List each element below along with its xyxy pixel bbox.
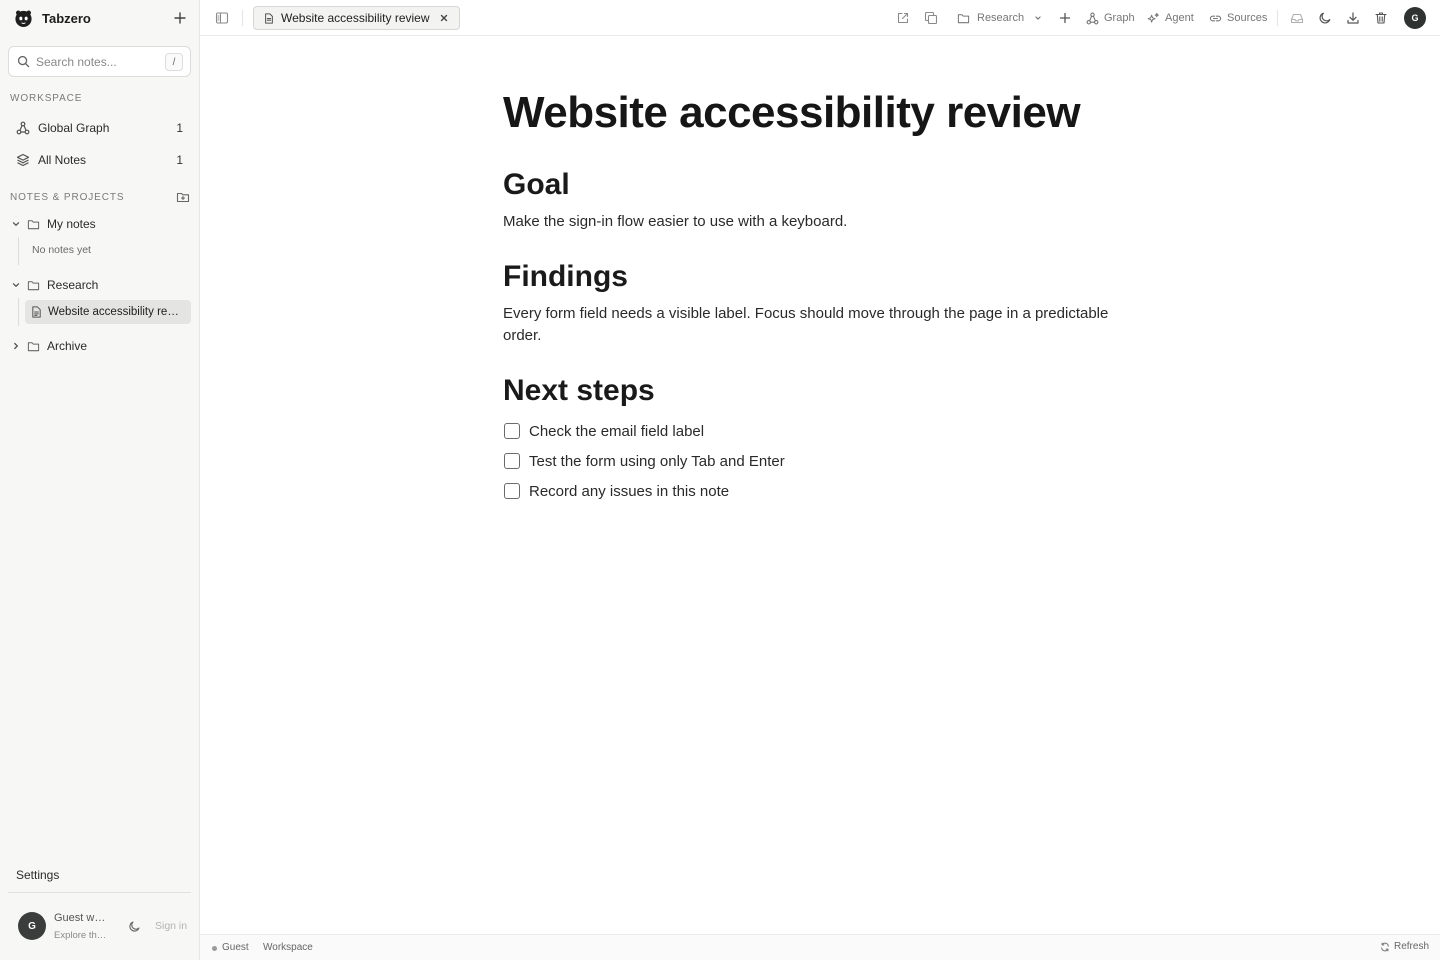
sidebar-item-label: Global Graph: [38, 121, 110, 135]
folder-icon: [27, 219, 40, 229]
heading-next-steps[interactable]: Next steps: [503, 374, 655, 408]
folder-label: My notes: [47, 217, 96, 231]
task-item[interactable]: Check the email field label: [504, 421, 704, 441]
avatar[interactable]: G: [18, 912, 46, 940]
task-item[interactable]: Test the form using only Tab and Enter: [504, 451, 785, 471]
count-badge: 1: [176, 121, 183, 135]
findings-paragraph[interactable]: Every form field needs a visible label. …: [503, 303, 1143, 347]
task-checkbox[interactable]: [504, 453, 520, 469]
plus-icon[interactable]: [1058, 11, 1072, 25]
heading-findings[interactable]: Findings: [503, 260, 628, 294]
note-item-label: Website accessibility review: [48, 306, 182, 318]
folder-my-notes[interactable]: My notes: [10, 213, 191, 235]
search-shortcut-badge: /: [165, 53, 183, 71]
projects-section-label: NOTES & PROJECTS: [10, 192, 125, 203]
note-item-website-accessibility-review[interactable]: Website accessibility review: [25, 300, 191, 324]
link-icon: [1209, 15, 1222, 21]
search-box[interactable]: /: [8, 46, 191, 77]
folder-icon: [957, 13, 970, 23]
trash-icon[interactable]: [1374, 11, 1388, 25]
refresh-icon: [1381, 942, 1389, 951]
graph-icon: [1086, 12, 1099, 24]
divider: [1277, 10, 1278, 26]
sidebar: Tabzero / WORKSPACE Global Graph 1 All N…: [0, 0, 200, 960]
folder-label: Archive: [47, 339, 88, 353]
sources-button-label: Sources: [1227, 12, 1268, 24]
user-name: Guest workspace: [54, 912, 110, 924]
document-icon: [265, 12, 273, 24]
app-name: Tabzero: [42, 10, 91, 26]
open-external-icon[interactable]: [896, 11, 910, 25]
folder-label: Research: [47, 278, 99, 292]
folder-select-label: Research: [977, 12, 1025, 24]
folder-archive[interactable]: Archive: [10, 335, 191, 357]
search-icon: [17, 55, 30, 68]
user-subtitle: Explore the app: [54, 930, 108, 941]
chevron-down-icon: [1035, 16, 1041, 20]
page-title[interactable]: Website accessibility review: [503, 88, 1081, 138]
divider: [242, 10, 243, 26]
empty-folder-text: No notes yet: [32, 244, 91, 256]
new-note-plus-icon[interactable]: [172, 10, 188, 26]
avatar[interactable]: G: [1404, 7, 1426, 29]
task-label[interactable]: Record any issues in this note: [529, 483, 729, 500]
workspace-section-label: WORKSPACE: [10, 93, 83, 104]
divider: [8, 892, 191, 893]
close-icon[interactable]: [439, 13, 449, 23]
folder-select[interactable]: Research: [957, 9, 1043, 27]
sidebar-item-all-notes[interactable]: All Notes 1: [8, 147, 191, 173]
graph-icon: [16, 121, 30, 135]
download-icon[interactable]: [1346, 11, 1360, 25]
agent-button[interactable]: Agent: [1147, 9, 1194, 27]
topbar: Website accessibility review Research Gr…: [200, 0, 1440, 36]
task-label[interactable]: Test the form using only Tab and Enter: [529, 453, 785, 470]
settings-link[interactable]: Settings: [16, 868, 59, 882]
sidebar-item-global-graph[interactable]: Global Graph 1: [8, 115, 191, 141]
task-label[interactable]: Check the email field label: [529, 423, 704, 440]
duplicate-icon[interactable]: [924, 11, 938, 25]
folder-icon: [27, 280, 40, 290]
chevron-right-icon[interactable]: [10, 340, 22, 352]
tabzero-logo-icon: [15, 10, 32, 27]
status-dot: [212, 946, 217, 951]
tree-guide-line: [18, 298, 19, 326]
goal-paragraph[interactable]: Make the sign-in flow easier to use with…: [503, 211, 1143, 233]
sparkles-icon: [1147, 12, 1159, 23]
chevron-down-icon[interactable]: [10, 279, 22, 291]
tree-guide-line: [18, 237, 19, 265]
agent-button-label: Agent: [1165, 12, 1194, 24]
brand[interactable]: Tabzero: [14, 8, 91, 28]
sidebar-item-label: All Notes: [38, 153, 87, 167]
moon-icon[interactable]: [1318, 11, 1332, 25]
sidebar-toggle-icon[interactable]: [215, 11, 229, 25]
new-folder-icon[interactable]: [176, 190, 190, 204]
task-checkbox[interactable]: [504, 483, 520, 499]
sources-button[interactable]: Sources: [1209, 9, 1267, 27]
moon-icon[interactable]: [128, 920, 141, 933]
folder-research[interactable]: Research: [10, 274, 191, 296]
refresh-button[interactable]: Refresh: [1380, 941, 1429, 952]
graph-button[interactable]: Graph: [1086, 9, 1135, 27]
task-checkbox[interactable]: [504, 423, 520, 439]
tab-label: Website accessibility review: [281, 11, 430, 25]
search-input[interactable]: [36, 54, 160, 69]
chevron-down-icon[interactable]: [10, 218, 22, 230]
status-scope: Workspace: [263, 942, 313, 953]
archive-icon[interactable]: [1290, 11, 1304, 25]
tab-website-accessibility-review[interactable]: Website accessibility review: [253, 6, 460, 30]
graph-button-label: Graph: [1104, 12, 1135, 24]
count-badge: 1: [176, 153, 183, 167]
refresh-label: Refresh: [1394, 941, 1430, 952]
sign-in-button[interactable]: Sign in: [155, 920, 187, 932]
status-user: Guest: [222, 942, 249, 953]
heading-goal[interactable]: Goal: [503, 168, 570, 202]
task-item[interactable]: Record any issues in this note: [504, 481, 729, 501]
folder-icon: [27, 341, 40, 351]
status-bar: Guest Workspace Refresh: [200, 934, 1440, 960]
layers-icon: [16, 153, 30, 167]
document-icon: [32, 306, 41, 318]
